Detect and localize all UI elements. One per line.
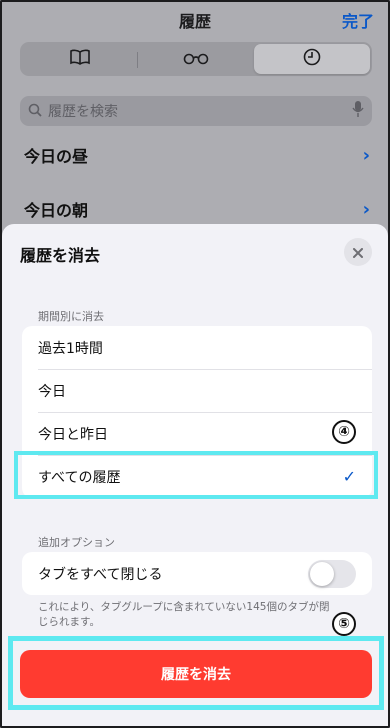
clear-history-sheet: 履歴を消去 期間別に消去 過去1時間 今日 今日と昨日 すべての履歴 ✓ ④ 追	[2, 224, 388, 726]
close-tabs-toggle[interactable]	[308, 559, 356, 588]
search-icon	[28, 102, 42, 121]
tab-reading-list[interactable]	[138, 44, 254, 74]
option-label: 今日と昨日	[38, 426, 108, 443]
history-section-label: 今日の朝	[24, 201, 89, 220]
chevron-right-icon: ›	[362, 144, 370, 166]
page-title: 履歴	[178, 12, 211, 31]
screen-frame: 履歴 完了 履歴を検索 今日の昼 › 今日の朝 › 履歴を消去 期間別に消去 過…	[0, 0, 390, 728]
microphone-icon[interactable]	[352, 100, 364, 122]
history-background-sheet: 履歴 完了 履歴を検索 今日の昼 › 今日の朝 ›	[2, 2, 388, 262]
highlight-all-history	[14, 451, 378, 499]
close-button[interactable]	[344, 238, 372, 266]
search-input[interactable]: 履歴を検索	[20, 96, 372, 126]
option-today[interactable]: 今日	[22, 369, 372, 412]
option-label: 今日	[38, 383, 66, 400]
step-badge-4: ④	[332, 420, 356, 444]
tab-history[interactable]	[254, 44, 370, 74]
option-today-and-yesterday[interactable]: 今日と昨日	[22, 412, 372, 455]
tab-bookmarks[interactable]	[22, 44, 138, 74]
step-badge-5: ⑤	[332, 612, 356, 636]
book-icon	[70, 49, 90, 69]
toggle-knob	[310, 561, 334, 586]
glasses-icon	[183, 50, 209, 69]
additional-options-list: タブをすべて閉じる	[22, 552, 372, 595]
close-icon	[353, 243, 363, 262]
chevron-right-icon: ›	[362, 198, 370, 220]
history-section-label: 今日の昼	[24, 147, 89, 166]
options-section-label: 追加オプション	[38, 536, 115, 549]
done-button[interactable]: 完了	[342, 8, 374, 32]
clock-icon	[303, 48, 321, 70]
close-tabs-row: タブをすべて閉じる	[22, 552, 372, 595]
tab-close-note: これにより、タブグループに含まれていない145個のタブが閉じられます。	[38, 601, 330, 628]
close-tabs-label: タブをすべて閉じる	[38, 566, 163, 583]
sheet-title: 履歴を消去	[20, 246, 101, 265]
option-label: 過去1時間	[38, 340, 103, 357]
history-section-morning[interactable]: 今日の朝 ›	[24, 194, 370, 224]
segmented-control	[20, 42, 372, 76]
search-placeholder: 履歴を検索	[48, 104, 118, 120]
clear-history-button[interactable]: 履歴を消去	[20, 650, 372, 698]
history-section-midday[interactable]: 今日の昼 ›	[24, 140, 370, 170]
period-section-label: 期間別に消去	[38, 310, 104, 323]
option-last-hour[interactable]: 過去1時間	[22, 326, 372, 369]
